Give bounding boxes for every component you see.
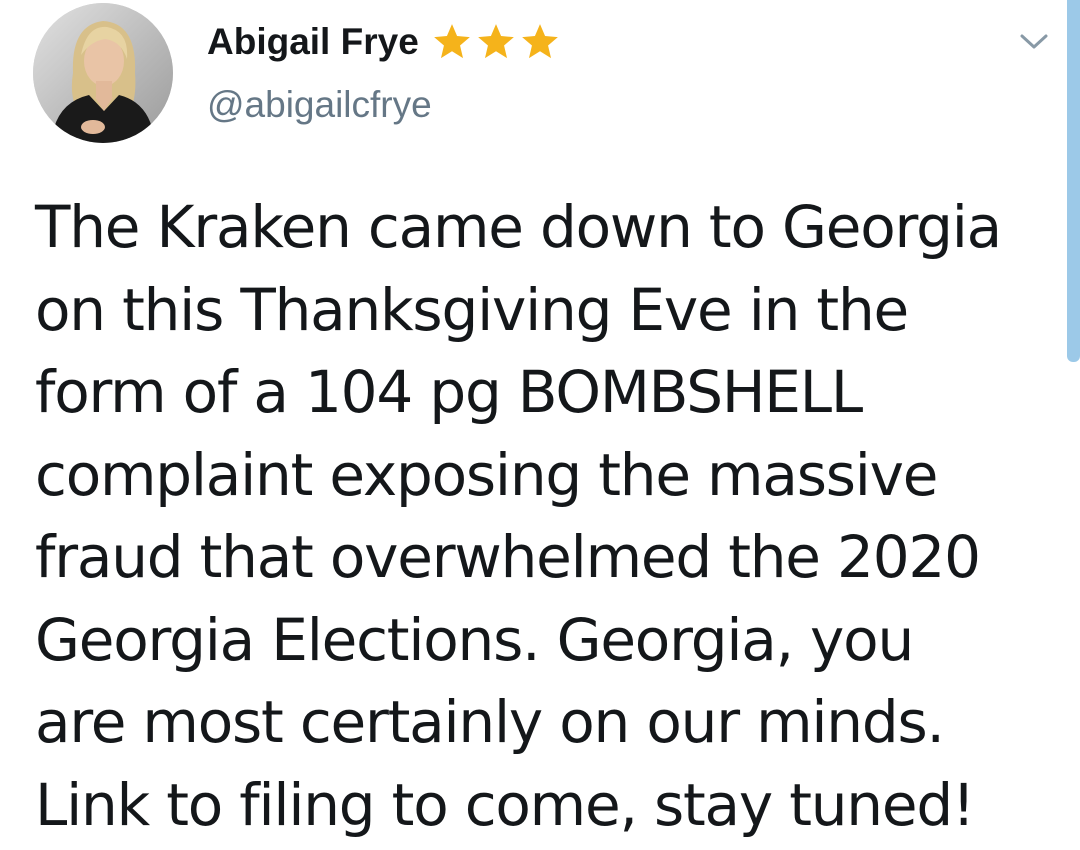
tweet-text-line: form of a 104 pg BOMBSHELL <box>35 358 863 426</box>
scrollbar[interactable] <box>1067 0 1080 362</box>
tweet-text-line: Georgia Elections. Georgia, you <box>35 605 914 674</box>
avatar[interactable] <box>33 3 173 143</box>
tweet-text-line: on this Thanksgiving Eve in the <box>35 275 909 344</box>
chevron-down-icon[interactable] <box>1016 30 1052 54</box>
name-row: Abigail Frye <box>207 14 561 70</box>
star-badges <box>431 21 561 63</box>
star-icon <box>521 24 558 59</box>
star-icon <box>433 24 470 59</box>
tweet-text: The Kraken came down to Georgia on this … <box>35 186 1045 846</box>
tweet-text-line: fraud that overwhelmed the 2020 <box>35 523 981 591</box>
star-icon <box>477 24 514 59</box>
tweet-text-line: complaint exposing the massive <box>35 440 938 509</box>
user-handle[interactable]: @abigailcfrye <box>207 84 561 126</box>
tweet: Abigail Frye @abigailcfrye The Kraken ca… <box>0 0 1080 850</box>
tweet-text-line: The Kraken came down to Georgia <box>35 193 1002 261</box>
tweet-text-line: are most certainly on our minds. <box>35 688 945 756</box>
tweet-text-line: Link to filing to come, stay tuned! <box>35 770 975 839</box>
avatar-image <box>33 3 173 143</box>
display-name[interactable]: Abigail Frye <box>207 21 419 63</box>
author-block: Abigail Frye @abigailcfrye <box>207 14 561 126</box>
